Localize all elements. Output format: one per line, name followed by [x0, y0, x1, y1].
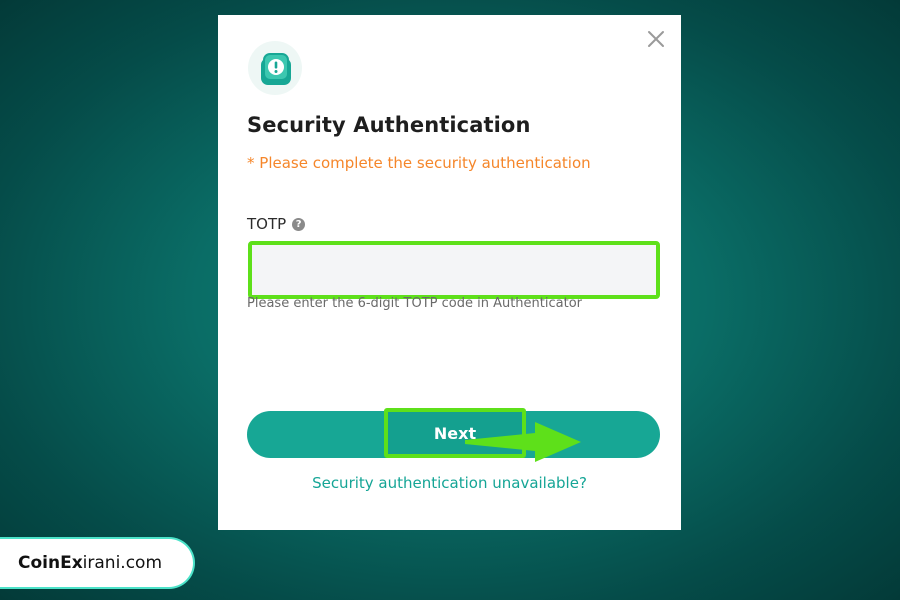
totp-input-highlight [248, 241, 660, 299]
security-alert-icon [248, 41, 302, 95]
security-authentication-dialog: Security Authentication * Please complet… [218, 15, 681, 530]
brand-rest-text: irani.com [82, 553, 163, 573]
dialog-title: Security Authentication [247, 113, 531, 137]
totp-input[interactable] [252, 245, 656, 295]
help-circle-icon[interactable]: ? [292, 217, 306, 231]
totp-hint: Please enter the 6-digit TOTP code in Au… [247, 296, 582, 311]
totp-label-text: TOTP [247, 215, 287, 233]
close-icon[interactable] [644, 27, 668, 51]
security-unavailable-link[interactable]: Security authentication unavailable? [218, 474, 681, 492]
dialog-subtitle: * Please complete the security authentic… [247, 154, 591, 172]
next-button[interactable]: Next [384, 408, 526, 458]
brand-watermark: CoinEx irani.com [0, 537, 195, 589]
totp-label: TOTP ? [247, 215, 306, 233]
brand-bold-text: CoinEx [18, 553, 83, 573]
